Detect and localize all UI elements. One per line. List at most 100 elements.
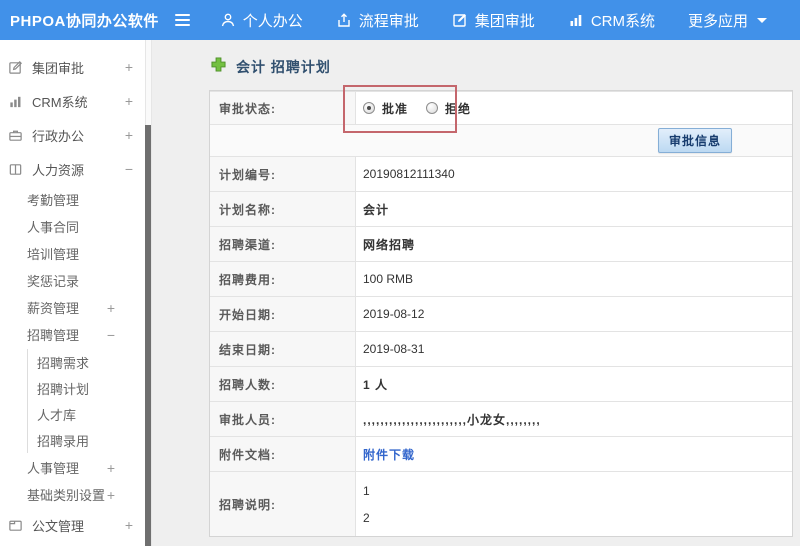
expand-plus-icon[interactable]: + [107,301,115,315]
description-line: 1 [363,483,370,498]
recruitment-submenu: 招聘需求 招聘计划 人才库 招聘录用 [27,349,151,453]
field-value: 2019-08-31 [363,342,425,356]
sidebar: 集团审批 + CRM系统 + 行政办公 + 人力资源 − 考勤管理 人事合同 培… [0,40,152,546]
sidebar-item-salary[interactable]: 薪资管理 + [27,294,151,321]
collapse-minus-icon[interactable]: − [125,162,133,176]
sidebar-item-crm[interactable]: CRM系统 + [0,84,151,118]
collapse-minus-icon[interactable]: − [107,328,115,342]
form-row-attachment: 附件文档: 附件下载 [210,436,792,471]
edit-square-icon [8,60,24,75]
field-label: 招聘说明: [210,472,356,536]
form-row-recruit-channel: 招聘渠道: 网络招聘 [210,226,792,261]
field-label: 招聘渠道: [210,227,356,261]
sidebar-item-talent-pool[interactable]: 人才库 [28,401,151,427]
nav-personal-office[interactable]: 个人办公 [220,10,303,31]
sidebar-item-rewards[interactable]: 奖惩记录 [27,267,151,294]
hr-submenu: 考勤管理 人事合同 培训管理 奖惩记录 薪资管理 + 招聘管理 − 招聘需求 招… [27,186,151,508]
app-window: PHPOA协同办公软件 个人办公 流程审批 集团审批 CRM系统 更多应用 集团… [0,0,800,546]
nav-flow-approval[interactable]: 流程审批 [336,10,419,31]
form-row-headcount: 招聘人数: 1 人 [210,366,792,401]
topbar: PHPOA协同办公软件 个人办公 流程审批 集团审批 CRM系统 更多应用 [0,0,800,40]
field-value: 批准 拒绝 [356,92,792,124]
page-title: 会计 招聘计划 [236,59,331,75]
form-row-plan-name: 计划名称: 会计 [210,191,792,226]
app-title: PHPOA协同办公软件 [10,12,159,30]
green-plus-icon [211,57,226,77]
expand-plus-icon[interactable]: + [107,488,115,502]
field-label: 招聘人数: [210,367,356,401]
form-row-end-date: 结束日期: 2019-08-31 [210,331,792,366]
field-label: 审批人员: [210,402,356,436]
sidebar-scrollbar-thumb[interactable] [145,125,151,546]
nav-label: CRM系统 [590,12,655,30]
nav-label: 个人办公 [242,12,303,30]
approve-info-button[interactable]: 审批信息 [657,128,732,153]
field-value: ,,,,,,,,,,,,,,,,,,,,,,,,小龙女,,,,,,,, [363,412,541,427]
form-row-description: 招聘说明: 1 2 [210,471,792,536]
sidebar-item-official-docs[interactable]: 公文管理 + [0,508,151,542]
sidebar-item-recruit-hire[interactable]: 招聘录用 [28,427,151,453]
radio-reject[interactable] [426,102,439,114]
sidebar-item-group-approval[interactable]: 集团审批 + [0,50,151,84]
approval-form-table: 审批状态: 批准 拒绝 审批信息 计划编号: 20190812111340 计划… [209,85,793,537]
nav-crm-system[interactable]: CRM系统 [568,10,655,31]
expand-plus-icon[interactable]: + [107,461,115,475]
field-label: 计划名称: [210,192,356,226]
form-row-plan-number: 计划编号: 20190812111340 [210,156,792,191]
form-row-status: 审批状态: 批准 拒绝 [210,91,792,124]
edit-square-icon [452,12,468,28]
bar-chart-icon [8,94,24,109]
field-value: 会计 [363,202,390,217]
field-value: 附件下载 [356,437,792,471]
nav-more-apps[interactable]: 更多应用 [688,10,767,31]
menu-toggle-icon[interactable] [175,14,190,26]
form-row-approvers: 审批人员: ,,,,,,,,,,,,,,,,,,,,,,,,小龙女,,,,,,,… [210,401,792,436]
sidebar-scrollbar-track[interactable] [145,40,151,546]
attachment-download-link[interactable]: 附件下载 [363,446,415,463]
chevron-down-icon [757,17,767,23]
field-value: 网络招聘 [363,237,416,252]
approval-status-radios: 批准 拒绝 [363,100,489,117]
book-icon [8,162,24,177]
field-label: 附件文档: [210,437,356,471]
sidebar-item-training[interactable]: 培训管理 [27,240,151,267]
nav-label: 流程审批 [358,12,419,30]
top-navigation: 个人办公 流程审批 集团审批 CRM系统 更多应用 [220,10,800,31]
form-row-recruit-cost: 招聘费用: 100 RMB [210,261,792,296]
sidebar-item-recruitment[interactable]: 招聘管理 − [27,321,151,348]
sidebar-item-attendance[interactable]: 考勤管理 [27,186,151,213]
page-header: 会计 招聘计划 [211,57,793,77]
field-value: 1 2 [356,472,792,536]
radio-approve[interactable] [363,102,375,114]
main-content: 会计 招聘计划 审批状态: 批准 拒绝 审批信息 计划编号: 201908121… [152,40,800,546]
field-label: 结束日期: [210,332,356,366]
field-label: 审批状态: [210,92,356,124]
field-label: 招聘费用: [210,262,356,296]
sidebar-item-hr[interactable]: 人力资源 − [0,152,151,186]
field-value: 2019-08-12 [363,307,425,321]
sidebar-item-hr-contract[interactable]: 人事合同 [27,213,151,240]
sidebar-item-recruit-demand[interactable]: 招聘需求 [28,349,151,375]
briefcase-icon [8,128,24,143]
sidebar-item-base-category[interactable]: 基础类别设置 + [27,481,151,508]
field-value: 1 人 [363,377,389,392]
expand-plus-icon[interactable]: + [125,128,133,142]
expand-plus-icon[interactable]: + [125,94,133,108]
radio-approve-label: 批准 [382,101,409,116]
sidebar-item-admin-office[interactable]: 行政办公 + [0,118,151,152]
description-line: 2 [363,510,370,525]
nav-label: 集团审批 [474,12,535,30]
field-value: 20190812111340 [363,167,455,181]
field-label: 计划编号: [210,157,356,191]
user-icon [220,12,236,28]
expand-plus-icon[interactable]: + [125,518,133,532]
document-icon [8,518,24,533]
field-value: 100 RMB [363,272,414,286]
nav-group-approval[interactable]: 集团审批 [452,10,535,31]
flow-approval-icon [336,12,352,28]
expand-plus-icon[interactable]: + [125,60,133,74]
sidebar-item-recruit-plan[interactable]: 招聘计划 [28,375,151,401]
sidebar-item-vehicle[interactable]: 用车管理 + [0,542,151,546]
sidebar-item-personnel[interactable]: 人事管理 + [27,454,151,481]
form-row-button: 审批信息 [210,124,792,156]
